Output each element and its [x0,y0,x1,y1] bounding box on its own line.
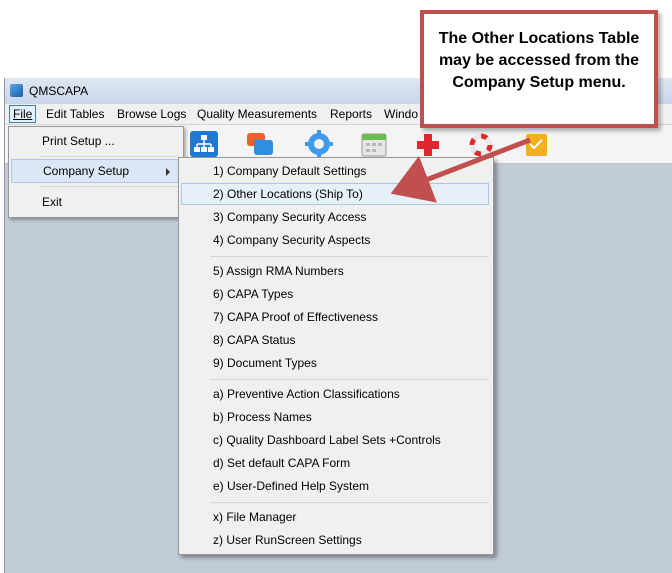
submenu-item-company-default-settings[interactable]: 1) Company Default Settings [181,160,489,182]
submenu-item-set-default-capa-form[interactable]: d) Set default CAPA Form [181,452,489,474]
file-menu-item-exit[interactable]: Exit [11,190,181,214]
submenu-item-capa-proof-of-effectiveness[interactable]: 7) CAPA Proof of Effectiveness [181,306,489,328]
gear-icon[interactable] [304,130,334,158]
submenu-item-capa-status[interactable]: 8) CAPA Status [181,329,489,351]
menu-reports[interactable]: Reports [330,107,372,121]
submenu-item-process-names[interactable]: b) Process Names [181,406,489,428]
org-chart-icon[interactable] [189,130,219,158]
submenu-item-file-manager[interactable]: x) File Manager [181,506,489,528]
submenu-item-user-runscreen-settings[interactable]: z) User RunScreen Settings [181,529,489,551]
company-setup-submenu: 1) Company Default Settings 2) Other Loc… [178,157,494,555]
menu-separator [210,502,489,503]
submenu-item-other-locations[interactable]: 2) Other Locations (Ship To) [181,183,489,205]
submenu-item-quality-dashboard-label-sets[interactable]: c) Quality Dashboard Label Sets +Control… [181,429,489,451]
chat-icon[interactable] [245,130,275,158]
lifebuoy-icon[interactable] [466,130,496,158]
red-cross-icon[interactable] [413,130,443,158]
menu-separator [210,379,489,380]
menu-quality-measurements[interactable]: Quality Measurements [197,107,317,121]
menu-browse-logs[interactable]: Browse Logs [117,107,186,121]
submenu-item-company-security-aspects[interactable]: 4) Company Security Aspects [181,229,489,251]
submenu-item-user-defined-help-system[interactable]: e) User-Defined Help System [181,475,489,497]
file-menu: Print Setup ... Company Setup Exit [8,126,184,218]
menu-window[interactable]: Windo [384,107,418,121]
file-menu-item-company-setup[interactable]: Company Setup [11,159,181,183]
submenu-item-preventive-action-classifications[interactable]: a) Preventive Action Classifications [181,383,489,405]
submenu-arrow-icon [166,168,170,176]
window-title: QMSCAPA [29,84,89,98]
menu-file[interactable]: File [9,105,37,123]
callout-text: The Other Locations Table may be accesse… [438,30,640,91]
menu-edit-tables[interactable]: Edit Tables [46,107,104,121]
menu-separator [39,186,179,187]
menu-separator [39,156,179,157]
annotation-callout: The Other Locations Table may be accesse… [420,10,658,128]
menu-separator [210,256,489,257]
submenu-item-capa-types[interactable]: 6) CAPA Types [181,283,489,305]
notepad-icon[interactable] [521,130,551,158]
file-menu-item-print-setup[interactable]: Print Setup ... [11,129,181,153]
submenu-item-company-security-access[interactable]: 3) Company Security Access [181,206,489,228]
submenu-item-assign-rma-numbers[interactable]: 5) Assign RMA Numbers [181,260,489,282]
app-icon [10,84,23,97]
submenu-item-document-types[interactable]: 9) Document Types [181,352,489,374]
calendar-icon[interactable] [359,130,389,158]
